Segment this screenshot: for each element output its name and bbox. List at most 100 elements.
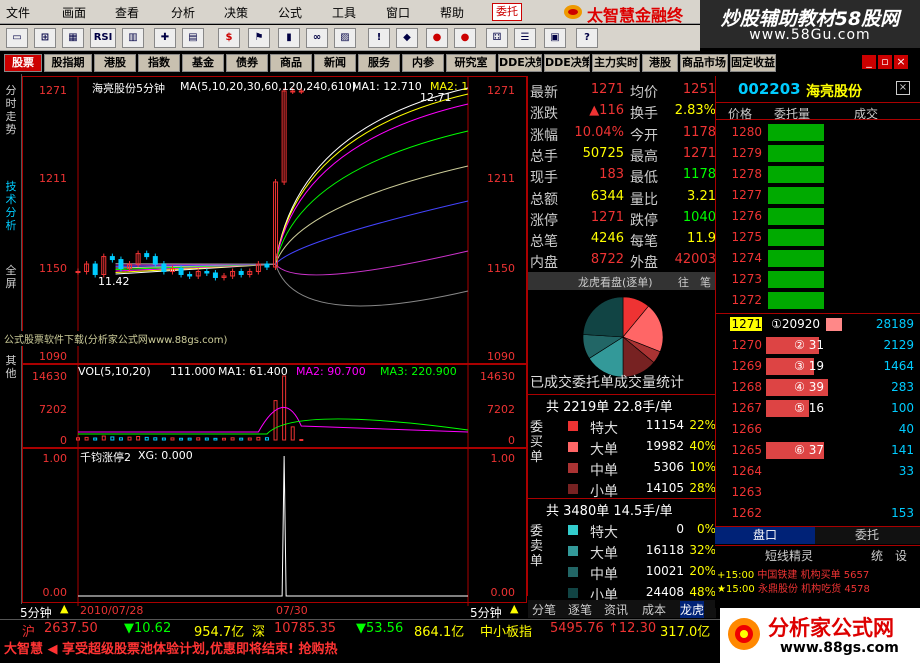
- alert-icon[interactable]: !: [368, 28, 390, 48]
- tab-market[interactable]: 固定收益: [730, 54, 776, 72]
- tab-market[interactable]: DDE决策: [498, 54, 542, 72]
- flag-icon[interactable]: ⚑: [248, 28, 270, 48]
- period-arrow-icon[interactable]: ▲: [60, 602, 68, 615]
- quote-tab[interactable]: 龙虎: [680, 601, 705, 618]
- ask-row[interactable]: 1276: [716, 206, 920, 227]
- side-tab-other[interactable]: 其他: [2, 354, 20, 380]
- tab-handicap[interactable]: 盘口: [715, 527, 815, 544]
- tab-market[interactable]: 股票: [4, 54, 42, 72]
- tab-market[interactable]: 指数: [138, 54, 180, 72]
- stats-swatch: [568, 421, 578, 431]
- period-arrow-right-icon[interactable]: ▲: [510, 602, 518, 615]
- bid-row[interactable]: 1268 ④ 39 283: [716, 377, 920, 398]
- tab-market[interactable]: 主力实时: [592, 54, 640, 72]
- tab-market[interactable]: DDE决策: [544, 54, 590, 72]
- sh-index: 2637.50: [44, 621, 98, 636]
- ask-row[interactable]: 1273: [716, 269, 920, 290]
- tab-market[interactable]: 港股: [642, 54, 678, 72]
- quote-tab[interactable]: 逐笔: [568, 601, 592, 618]
- chart-icon[interactable]: ▨: [334, 28, 356, 48]
- quote-value: 183: [599, 167, 624, 183]
- quote-tab[interactable]: 成本: [642, 601, 666, 618]
- entrust-button[interactable]: 委托: [492, 3, 522, 21]
- tab-market[interactable]: 港股: [94, 54, 136, 72]
- side-tab-fullscreen[interactable]: 全屏: [2, 264, 20, 290]
- menu-view[interactable]: 查看: [115, 4, 139, 21]
- app-window: 文件 画面 查看 分析 决策 公式 工具 窗口 帮助 委托 太智慧金融终 炒股辅…: [0, 0, 920, 663]
- layout-icon[interactable]: ▤: [182, 28, 204, 48]
- menu-window[interactable]: 窗口: [386, 4, 410, 21]
- short-term-news-2[interactable]: ★15:00 永鼎股份 机构吃货 4578: [717, 580, 917, 595]
- watermark-footer-title: 分析家公式网: [768, 616, 894, 640]
- short-term-news-1[interactable]: +15:00 中国铁建 机构买单 5657: [717, 566, 917, 581]
- help-cursor-icon[interactable]: ?: [576, 28, 598, 48]
- list-icon[interactable]: ☰: [514, 28, 536, 48]
- ask-row[interactable]: 1277: [716, 185, 920, 206]
- dragon-tab[interactable]: 往: [678, 274, 689, 290]
- grid-icon[interactable]: ▥: [122, 28, 144, 48]
- close-panel-icon[interactable]: ×: [896, 81, 910, 95]
- menu-screen[interactable]: 画面: [62, 4, 86, 21]
- stats-pct: 48%: [689, 585, 716, 599]
- ask-row[interactable]: 1272: [716, 290, 920, 311]
- close-icon[interactable]: ×: [894, 55, 908, 69]
- ask-row[interactable]: 1275: [716, 227, 920, 248]
- bid-row[interactable]: 1269 ③ 19 1464: [716, 356, 920, 377]
- ask-row[interactable]: 1279: [716, 143, 920, 164]
- minimize-icon[interactable]: _: [862, 55, 876, 69]
- tab-market[interactable]: 新闻: [314, 54, 356, 72]
- ask-row[interactable]: 1278: [716, 164, 920, 185]
- menu-tools[interactable]: 工具: [332, 4, 356, 21]
- bid-row[interactable]: 1265 ⑥ 37 141: [716, 440, 920, 461]
- short-term-opt1[interactable]: 统: [871, 547, 883, 564]
- quote-tab[interactable]: 分笔: [532, 601, 556, 618]
- dice-icon[interactable]: ⚃: [486, 28, 508, 48]
- menu-analysis[interactable]: 分析: [171, 4, 195, 21]
- table-icon[interactable]: ▦: [62, 28, 84, 48]
- bid-row[interactable]: 1262 153: [716, 503, 920, 524]
- tab-market[interactable]: 基金: [182, 54, 224, 72]
- side-tab-intraday[interactable]: 分时走势: [2, 84, 20, 136]
- kline-icon[interactable]: ⊞: [34, 28, 56, 48]
- monitor-icon[interactable]: ▣: [544, 28, 566, 48]
- open-icon[interactable]: ▭: [6, 28, 28, 48]
- rsi-icon[interactable]: RSI: [90, 28, 116, 48]
- pill2-icon[interactable]: ●: [454, 28, 476, 48]
- tab-market[interactable]: 服务: [358, 54, 400, 72]
- bid-row[interactable]: 1264 33: [716, 461, 920, 482]
- tab-market[interactable]: 内参: [402, 54, 444, 72]
- short-term-opt2[interactable]: 设: [895, 547, 907, 564]
- bid-row[interactable]: 1266 40: [716, 419, 920, 440]
- crosshair-icon[interactable]: ✚: [154, 28, 176, 48]
- quote-tab[interactable]: 资讯: [604, 601, 628, 618]
- menu-file[interactable]: 文件: [6, 4, 30, 21]
- tab-market[interactable]: 债券: [226, 54, 268, 72]
- tab-entrust[interactable]: 委托: [817, 527, 917, 544]
- tab-market[interactable]: 股指期: [44, 54, 92, 72]
- diamond-icon[interactable]: ◆: [396, 28, 418, 48]
- menu-formula[interactable]: 公式: [278, 4, 302, 21]
- menu-decision[interactable]: 决策: [224, 4, 248, 21]
- ask-bar: [768, 271, 824, 288]
- ma-line: [115, 87, 469, 275]
- bid-row[interactable]: 1263: [716, 482, 920, 503]
- dollar-icon[interactable]: $: [218, 28, 240, 48]
- bid-row[interactable]: 1267 ⑤ 16 100: [716, 398, 920, 419]
- ask-row[interactable]: 1274: [716, 248, 920, 269]
- side-tab-technical[interactable]: 技术分析: [2, 180, 20, 232]
- col-trade: 成交: [854, 107, 879, 121]
- dragon-tab[interactable]: 笔: [700, 274, 711, 290]
- tab-market[interactable]: 商品市场: [680, 54, 728, 72]
- pill-icon[interactable]: ●: [426, 28, 448, 48]
- bars-icon[interactable]: ▮: [278, 28, 300, 48]
- ask-row[interactable]: 1280: [716, 122, 920, 143]
- tab-market[interactable]: 研究室: [446, 54, 496, 72]
- restore-icon[interactable]: ▫: [878, 55, 892, 69]
- scroll-ticker[interactable]: 大智慧 ◀ 享受超级股票池体验计划,优惠即将结束! 抢购热: [4, 638, 337, 657]
- menu-help[interactable]: 帮助: [440, 4, 464, 21]
- bid-row[interactable]: 1270 ② 31 2129: [716, 335, 920, 356]
- bid-vol: 141: [891, 443, 914, 457]
- current-price-row[interactable]: 1271 ①20920 28189: [716, 313, 920, 334]
- binoculars-icon[interactable]: ∞: [306, 28, 328, 48]
- tab-market[interactable]: 商品: [270, 54, 312, 72]
